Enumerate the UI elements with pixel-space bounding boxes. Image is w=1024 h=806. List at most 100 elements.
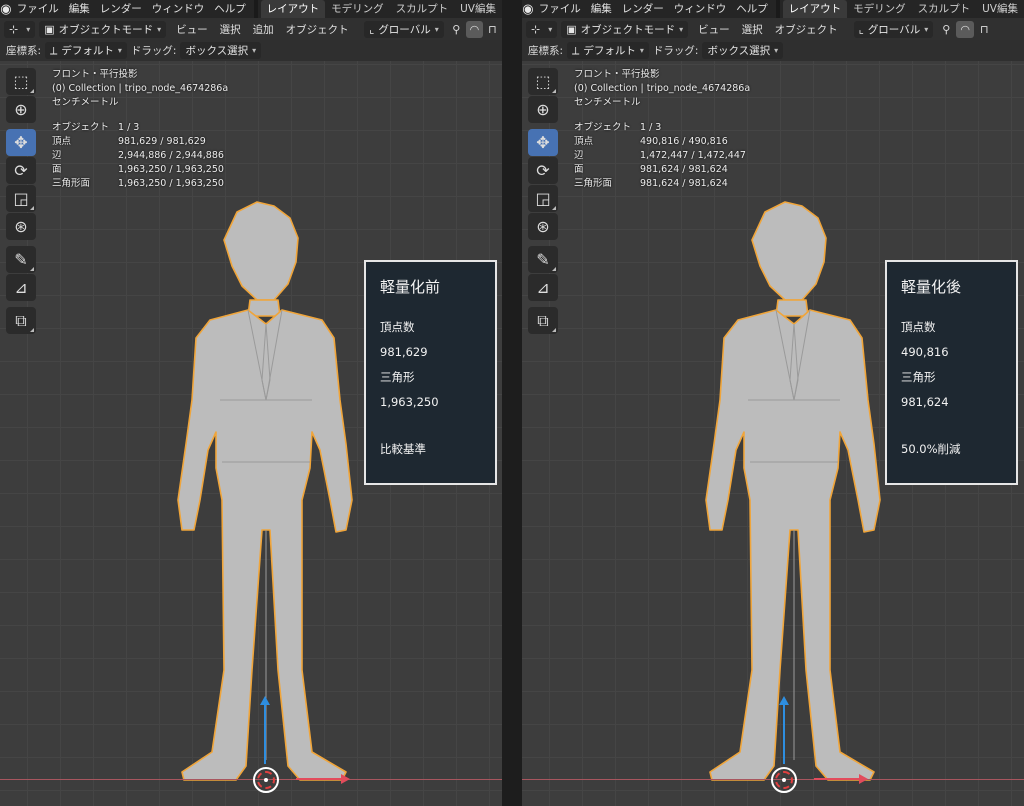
add-cube-tool[interactable]: ⧉ xyxy=(6,307,36,334)
cursor-tool[interactable]: ⊕ xyxy=(6,96,36,123)
coord-system-label: 座標系: xyxy=(6,45,42,57)
transform-tool[interactable]: ⊛ xyxy=(6,213,36,240)
character-model[interactable] xyxy=(690,200,900,790)
tool-header: 座標系: ⟂ デフォルト ▾ ドラッグ: ボックス選択 ▾ xyxy=(0,40,502,61)
measure-tool[interactable]: ⊿ xyxy=(6,274,36,301)
pivot-icon[interactable]: ⚲ xyxy=(448,21,465,38)
move-icon: ✥ xyxy=(536,133,550,152)
orientation-dropdown[interactable]: ⌞ グローバル ▾ xyxy=(364,20,444,38)
menu-view[interactable]: ビュー xyxy=(692,22,736,37)
workspace-tab-sculpt[interactable]: スカルプト xyxy=(912,0,977,18)
rotate-tool[interactable]: ⟳ xyxy=(6,157,36,184)
menubar-separator xyxy=(253,0,258,18)
workspace-tab-uv[interactable]: UV編集 xyxy=(454,0,502,18)
menu-select[interactable]: 選択 xyxy=(736,22,769,37)
info-tris-label: 三角形 xyxy=(380,370,415,384)
menu-object[interactable]: オブジェクト xyxy=(769,22,844,37)
drag-dropdown[interactable]: ボックス選択 ▾ xyxy=(180,42,262,59)
stat-label: 三角形面 xyxy=(574,178,613,189)
orientation-label: グローバル xyxy=(378,23,431,36)
menu-file[interactable]: ファイル xyxy=(12,0,64,18)
rotate-tool[interactable]: ⟳ xyxy=(528,157,558,184)
3d-cursor-icon[interactable] xyxy=(253,767,279,793)
select-box-icon: ⬚ xyxy=(13,72,29,91)
blender-logo-icon[interactable]: ◉ xyxy=(522,0,534,18)
mode-label: オブジェクトモード xyxy=(580,23,676,36)
menu-select[interactable]: 選択 xyxy=(214,22,247,37)
stat-value: 1 / 3 xyxy=(118,122,140,133)
snap-icon[interactable]: ◠ xyxy=(956,20,975,38)
menu-view[interactable]: ビュー xyxy=(170,22,214,37)
transform-tool[interactable]: ⊛ xyxy=(528,213,558,240)
blender-logo-icon[interactable]: ◉ xyxy=(0,0,12,18)
menu-help[interactable]: ヘルプ xyxy=(731,0,773,18)
info-verts-label: 頂点数 xyxy=(901,320,936,334)
viewport-editor-icon: ⊹ xyxy=(531,22,541,36)
top-menubar: ◉ ファイル 編集 レンダー ウィンドウ ヘルプ レイアウト モデリング スカル… xyxy=(0,0,502,18)
workspace-tab-modeling[interactable]: モデリング xyxy=(847,0,912,18)
gizmo-z-arrow-icon[interactable] xyxy=(779,696,789,764)
stat-value: 981,624 / 981,624 xyxy=(640,178,728,189)
snap-increment-icon[interactable]: ⊓ xyxy=(484,21,501,38)
annotate-tool[interactable]: ✎ xyxy=(528,246,558,273)
menu-edit[interactable]: 編集 xyxy=(586,0,617,18)
add-cube-tool[interactable]: ⧉ xyxy=(528,307,558,334)
workspace-tab-uv[interactable]: UV編集 xyxy=(976,0,1024,18)
measure-tool[interactable]: ⊿ xyxy=(528,274,558,301)
stat-label: 辺 xyxy=(52,150,62,161)
unit-system: センチメートル xyxy=(574,97,641,108)
menu-render[interactable]: レンダー xyxy=(617,0,669,18)
menu-add[interactable]: 追加 xyxy=(247,22,280,37)
snap-icon[interactable]: ◠ xyxy=(465,20,483,38)
editor-type-dropdown[interactable]: ⊹ ▾ xyxy=(4,20,36,38)
snap-increment-icon[interactable]: ⊓ xyxy=(975,21,993,38)
mode-dropdown[interactable]: ▣ オブジェクトモード ▾ xyxy=(561,20,689,38)
gizmo-x-arrow-icon[interactable] xyxy=(296,774,350,784)
chevron-down-icon: ▾ xyxy=(26,24,31,34)
3d-cursor-icon[interactable] xyxy=(771,767,797,793)
chevron-down-icon: ▾ xyxy=(679,24,684,34)
scale-tool[interactable]: ◲ xyxy=(528,185,558,212)
stat-row-objects: オブジェクト 1 / 3 xyxy=(52,121,228,135)
top-menubar: ◉ ファイル 編集 レンダー ウィンドウ ヘルプ レイアウト モデリング スカル… xyxy=(522,0,1024,18)
scene-statistics: オブジェクト 1 / 3 頂点 981,629 / 981,629 辺 2,944,8… xyxy=(52,121,228,191)
annotate-tool[interactable]: ✎ xyxy=(6,246,36,273)
move-tool[interactable]: ✥ xyxy=(528,129,558,156)
viewport-panel-left: ◉ ファイル 編集 レンダー ウィンドウ ヘルプ レイアウト モデリング スカル… xyxy=(0,0,502,806)
menu-help[interactable]: ヘルプ xyxy=(209,0,251,18)
scale-tool[interactable]: ◲ xyxy=(6,185,36,212)
object-mode-icon: ▣ xyxy=(44,22,55,36)
object-mode-icon: ▣ xyxy=(566,22,577,36)
gizmo-x-arrow-icon[interactable] xyxy=(814,774,868,784)
workspace-tab-modeling[interactable]: モデリング xyxy=(325,0,390,18)
editor-type-dropdown[interactable]: ⊹ ▾ xyxy=(526,20,558,38)
orientation-dropdown[interactable]: ⌞ グローバル ▾ xyxy=(853,20,934,38)
drag-dropdown[interactable]: ボックス選択 ▾ xyxy=(702,42,784,59)
coord-system-dropdown[interactable]: ⟂ デフォルト ▾ xyxy=(567,42,649,59)
workspace-tab-sculpt[interactable]: スカルプト xyxy=(390,0,455,18)
cursor-tool[interactable]: ⊕ xyxy=(528,96,558,123)
coord-system-value: デフォルト xyxy=(61,45,114,57)
menu-edit[interactable]: 編集 xyxy=(64,0,95,18)
mode-dropdown[interactable]: ▣ オブジェクトモード ▾ xyxy=(39,20,167,38)
transform-axes-icon: ⟂ xyxy=(572,43,580,57)
coord-system-label: 座標系: xyxy=(528,45,564,57)
menu-file[interactable]: ファイル xyxy=(534,0,586,18)
menu-window[interactable]: ウィンドウ xyxy=(147,0,210,18)
scale-icon: ◲ xyxy=(13,189,29,208)
menu-object[interactable]: オブジェクト xyxy=(280,22,355,37)
select-box-tool[interactable]: ⬚ xyxy=(528,68,558,95)
viewport-header: ⊹ ▾ ▣ オブジェクトモード ▾ ビュー 選択 オブジェクト ⌞ グローバル ▾ ⚲ ◠… xyxy=(522,18,1024,40)
select-box-tool[interactable]: ⬚ xyxy=(6,68,36,95)
info-tris-label: 三角形 xyxy=(901,370,936,384)
gizmo-z-arrow-icon[interactable] xyxy=(260,696,270,764)
move-tool[interactable]: ✥ xyxy=(6,129,36,156)
menu-window[interactable]: ウィンドウ xyxy=(669,0,732,18)
pivot-icon[interactable]: ⚲ xyxy=(937,21,955,38)
scene-statistics: オブジェクト 1 / 3 頂点 490,816 / 490,816 辺 1,472,4… xyxy=(574,121,750,191)
coord-system-dropdown[interactable]: ⟂ デフォルト ▾ xyxy=(45,42,127,59)
workspace-tab-layout[interactable]: レイアウト xyxy=(782,0,848,18)
stat-row-edges: 辺 1,472,447 / 1,472,447 xyxy=(574,149,750,163)
menu-render[interactable]: レンダー xyxy=(95,0,147,18)
workspace-tab-layout[interactable]: レイアウト xyxy=(260,0,326,18)
